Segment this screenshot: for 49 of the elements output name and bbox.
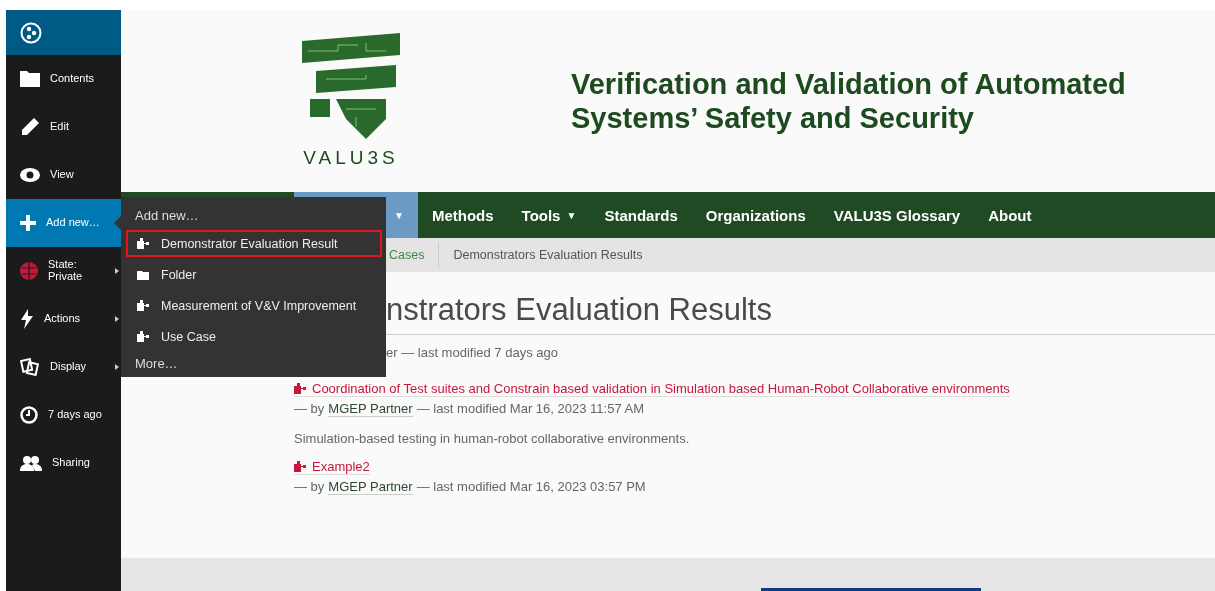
meta-text: — last modified Mar 16, 2023 03:57 PM <box>416 479 646 495</box>
puzzle-icon <box>137 331 149 342</box>
item-description: Simulation-based testing in human-robot collaborative environments. <box>294 431 691 446</box>
puzzle-icon <box>137 238 149 249</box>
author-link[interactable]: MGEP Partner <box>328 479 413 495</box>
author-link[interactable]: MGEP Partner <box>328 401 413 417</box>
toolbar-item[interactable]: Sharing <box>6 439 121 487</box>
menu-item[interactable]: Demonstrator Evaluation Result <box>126 230 382 257</box>
cards-icon <box>20 358 40 376</box>
nav-tab[interactable]: Organizations <box>691 192 820 238</box>
more-link[interactable]: More… <box>135 356 178 371</box>
plone-logo-icon <box>20 21 42 44</box>
nav-tab[interactable]: Tools ▼ <box>507 192 591 238</box>
item-link[interactable]: Coordination of Test suites and Constrain based validation in Simulation based Human-Robot Collaborative environments <box>294 381 1010 397</box>
toolbar-item[interactable]: View <box>6 151 121 199</box>
meta-text: — by <box>294 401 325 417</box>
folder-icon <box>20 71 40 87</box>
toolbar-item[interactable]: Contents <box>6 55 121 103</box>
meta-text: — last modified Mar 16, 2023 11:57 AM <box>416 401 645 417</box>
menu-item[interactable]: Use Case <box>126 323 382 350</box>
toolbar-item[interactable]: Add new… <box>6 199 121 247</box>
puzzle-icon <box>294 461 306 472</box>
site-title: Verification and Validation of Automated Systems’ Safety and Security <box>571 67 1127 135</box>
nav-tab[interactable]: About <box>974 192 1046 238</box>
breadcrumb-link[interactable]: Demonstrators Evaluation Results <box>453 248 643 262</box>
nav-tab[interactable]: VALU3S Glossary <box>819 192 975 238</box>
meta-text: — by <box>294 479 325 495</box>
clock-icon <box>20 406 38 424</box>
menu-item[interactable]: Folder <box>126 261 382 288</box>
folder-icon <box>137 269 149 280</box>
item-link[interactable]: Example2 <box>294 459 370 475</box>
page-title: nstrators Evaluation Results <box>386 292 773 329</box>
users-icon <box>20 455 42 471</box>
eye-icon <box>20 168 40 182</box>
lightning-icon <box>20 309 34 329</box>
pencil-icon <box>20 117 40 137</box>
nav-tab[interactable]: Standards <box>590 192 692 238</box>
logo-text: VALU3S <box>303 147 399 169</box>
nav-tab[interactable]: Methods <box>417 192 508 238</box>
plone-logo-bar[interactable] <box>6 10 121 55</box>
menu-heading: Add new… <box>134 207 200 225</box>
menu-item[interactable]: Measurement of V&V Improvement <box>126 292 382 319</box>
toolbar-item[interactable]: 7 days ago <box>6 391 121 439</box>
byline: er — last modified 7 days ago <box>386 345 559 360</box>
globe-icon <box>20 262 38 280</box>
puzzle-icon <box>137 300 149 311</box>
toolbar-item[interactable]: Edit <box>6 103 121 151</box>
puzzle-icon <box>294 383 306 394</box>
plus-icon <box>20 215 36 231</box>
